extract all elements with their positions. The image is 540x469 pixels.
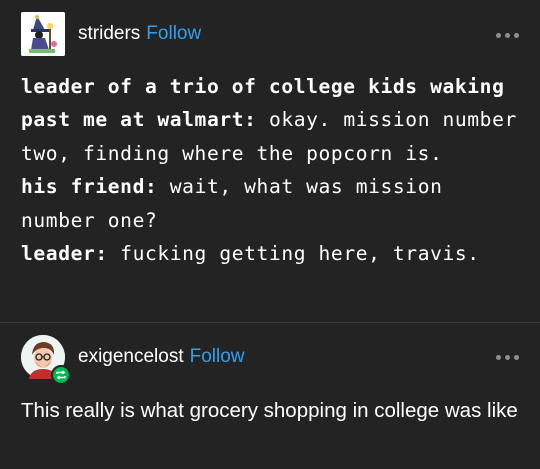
speaker: his friend: (21, 175, 158, 199)
post-header: striders Follow (21, 12, 201, 56)
dialogue-line: his friend: wait, what was mission numbe… (21, 170, 526, 237)
line-text: fucking getting here, travis. (107, 242, 480, 266)
post-body: leader of a trio of college kids waking … (21, 70, 526, 270)
wizard-avatar-icon (21, 12, 65, 56)
username[interactable]: striders (78, 23, 140, 45)
speaker: leader: (21, 242, 108, 266)
follow-button[interactable]: Follow (146, 23, 201, 45)
more-options-icon[interactable] (496, 30, 519, 40)
post-header: exigencelost Follow (21, 335, 245, 385)
avatar-striders[interactable] (21, 12, 65, 56)
dialogue-line: leader of a trio of college kids waking … (21, 70, 526, 170)
more-options-icon[interactable] (496, 352, 519, 362)
dot (496, 32, 501, 38)
follow-button[interactable]: Follow (190, 346, 245, 368)
post-exigencelost: exigencelost Follow This really is what … (0, 323, 540, 469)
dot (514, 354, 519, 360)
dot (496, 354, 501, 360)
avatar-exigencelost[interactable] (21, 335, 71, 385)
dot (514, 32, 519, 38)
username[interactable]: exigencelost (78, 346, 184, 368)
dot (505, 354, 510, 360)
reblog-icon (51, 365, 71, 385)
post-striders: striders Follow leader of a trio of coll… (0, 0, 540, 322)
post-body: This really is what grocery shopping in … (21, 399, 518, 422)
dialogue-line: leader: fucking getting here, travis. (21, 237, 526, 270)
dot (505, 32, 510, 38)
